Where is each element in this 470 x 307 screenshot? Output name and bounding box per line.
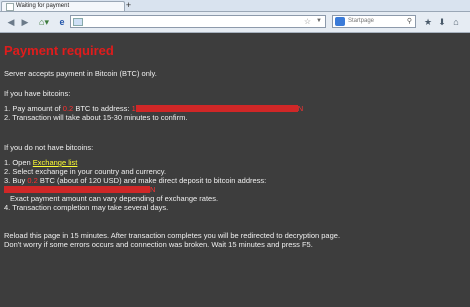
- search-engine-icon[interactable]: [335, 17, 345, 26]
- browser-window: Waiting for payment + ◀ ▶ ⌂▾ e ☆ ▼ Start…: [0, 0, 470, 307]
- btc-amount-buy: 0.2: [27, 176, 38, 185]
- deposit-address-end: N: [150, 185, 156, 194]
- error-instructions: Don't worry if some errors occurs and co…: [4, 240, 313, 249]
- site-favicon-icon: [73, 18, 83, 26]
- btc-amount: 0.2: [62, 104, 74, 113]
- exchange-rate-note: Exact payment amount can vary depending …: [10, 194, 219, 203]
- new-tab-button[interactable]: +: [123, 1, 134, 10]
- redacted-address: [135, 105, 298, 112]
- bookmark-star-icon[interactable]: ☆: [304, 16, 311, 27]
- url-dropdown-icon[interactable]: ▼: [316, 16, 322, 27]
- page-favicon-icon: [6, 3, 14, 11]
- no-bitcoins-label: If you do not have bitcoins:: [4, 143, 94, 152]
- tab-strip: Waiting for payment +: [0, 0, 470, 12]
- intro-text: Server accepts payment in Bitcoin (BTC) …: [4, 69, 157, 78]
- magnifier-icon[interactable]: ⚲: [407, 16, 412, 27]
- downloads-icon[interactable]: ⬇: [436, 16, 448, 28]
- forward-arrow-icon[interactable]: ▶: [20, 15, 30, 29]
- tab-title: Waiting for payment: [16, 3, 70, 9]
- deposit-address-line: N: [4, 185, 155, 194]
- search-bar[interactable]: Startpage ⚲: [332, 15, 416, 28]
- site-identity-icon[interactable]: e: [58, 15, 66, 29]
- back-arrow-icon[interactable]: ◀: [4, 15, 18, 29]
- buy-step-4: 4. Transaction completion may take sever…: [4, 203, 169, 212]
- step-1-pay: 1. Pay amount of 0.2 BTC to address: 1N: [4, 104, 304, 113]
- page-title: Payment required: [4, 43, 114, 58]
- home-button-icon[interactable]: ⌂: [450, 16, 462, 28]
- exchange-list-link[interactable]: Exchange list: [33, 158, 78, 167]
- redacted-deposit-address: [4, 186, 150, 193]
- tab-waiting-for-payment[interactable]: Waiting for payment: [1, 1, 125, 11]
- bookmarks-icon[interactable]: ★: [422, 16, 434, 28]
- search-placeholder: Startpage: [348, 18, 375, 24]
- url-bar[interactable]: ☆ ▼: [70, 15, 326, 28]
- buy-step-2: 2. Select exchange in your country and c…: [4, 167, 167, 176]
- have-bitcoins-label: If you have bitcoins:: [4, 89, 71, 98]
- buy-step-1: 1. Open Exchange list: [4, 158, 78, 167]
- address-end: N: [297, 104, 304, 113]
- buy-step-3: 3. Buy 0.2 BTC (about of 120 USD) and ma…: [4, 176, 267, 185]
- page-content: Payment required Server accepts payment …: [0, 33, 470, 307]
- home-icon[interactable]: ⌂▾: [36, 15, 52, 29]
- reload-instructions: Reload this page in 15 minutes. After tr…: [4, 231, 341, 240]
- navigation-toolbar: ◀ ▶ ⌂▾ e ☆ ▼ Startpage ⚲ ★ ⬇ ⌂: [0, 12, 470, 33]
- step-2-confirm: 2. Transaction will take about 15-30 min…: [4, 113, 188, 122]
